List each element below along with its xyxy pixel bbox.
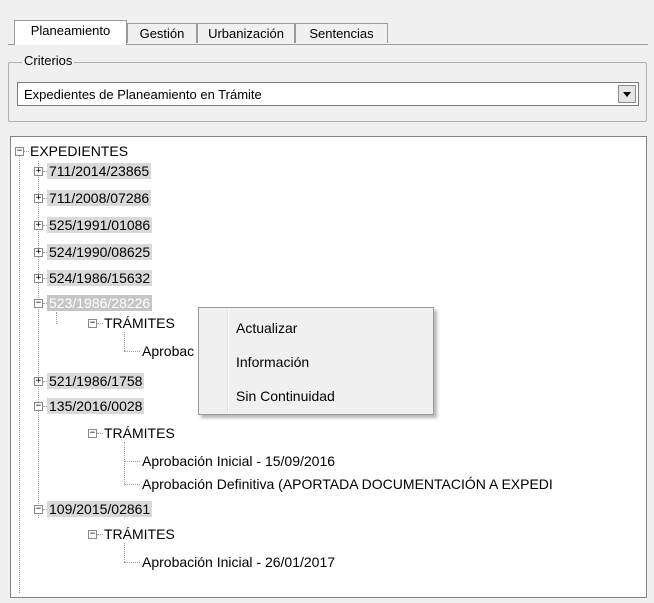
expand-icon[interactable]: + xyxy=(34,248,43,257)
tab-planeamiento[interactable]: Planeamiento xyxy=(14,20,127,45)
tree-node-tramites[interactable]: TRÁMITES xyxy=(102,525,177,543)
tree-node-tramite[interactable]: Aprobación Inicial - 26/01/2017 xyxy=(140,553,337,571)
collapse-icon[interactable]: − xyxy=(15,147,24,156)
collapse-icon[interactable]: − xyxy=(88,530,97,539)
tree-node-tramites[interactable]: TRÁMITES xyxy=(102,314,177,332)
tree-node-expediente[interactable]: 711/2008/07286 xyxy=(47,189,152,207)
tree-node-expediente[interactable]: 524/1990/08625 xyxy=(47,243,153,261)
menu-item-sin-continuidad[interactable]: Sin Continuidad xyxy=(236,387,335,405)
collapse-icon[interactable]: − xyxy=(88,429,97,438)
collapse-icon[interactable]: − xyxy=(34,505,43,514)
tree-node-tramites[interactable]: TRÁMITES xyxy=(102,424,177,442)
tree-node-expediente[interactable]: 521/1986/1758 xyxy=(47,372,145,390)
chevron-down-icon[interactable] xyxy=(618,85,636,103)
tree-node-expediente[interactable]: 524/1986/15632 xyxy=(47,269,153,287)
collapse-icon[interactable]: − xyxy=(34,402,43,411)
tab-urbanizacion[interactable]: Urbanización xyxy=(197,23,295,43)
expand-icon[interactable]: + xyxy=(34,221,43,230)
tab-gestion[interactable]: Gestión xyxy=(127,23,197,43)
tree-node-expediente[interactable]: 525/1991/01086 xyxy=(47,216,153,234)
context-menu: Actualizar Información Sin Continuidad xyxy=(198,307,434,415)
expand-icon[interactable]: + xyxy=(34,167,43,176)
context-menu-gutter xyxy=(227,310,229,412)
menu-item-informacion[interactable]: Información xyxy=(236,353,309,371)
tree-node-tramite[interactable]: Aprobac xyxy=(140,342,196,360)
tree-node-tramite[interactable]: Aprobación Inicial - 15/09/2016 xyxy=(140,452,337,470)
expand-icon[interactable]: + xyxy=(34,194,43,203)
tab-sentencias[interactable]: Sentencias xyxy=(295,23,388,43)
tree-node-tramite[interactable]: Aprobación Definitiva (APORTADA DOCUMENT… xyxy=(140,475,555,493)
tree-node-expediente[interactable]: 711/2014/23865 xyxy=(47,162,152,180)
criteria-legend: Criterios xyxy=(22,52,75,70)
criteria-select[interactable]: Expedientes de Planeamiento en Trámite xyxy=(17,82,639,106)
criteria-select-value: Expedientes de Planeamiento en Trámite xyxy=(24,87,262,102)
menu-item-actualizar[interactable]: Actualizar xyxy=(236,319,297,337)
tree-node-expediente-selected[interactable]: 523/1986/28226 xyxy=(47,294,153,312)
tree-root[interactable]: EXPEDIENTES xyxy=(28,142,130,160)
collapse-icon[interactable]: − xyxy=(34,299,43,308)
expand-icon[interactable]: + xyxy=(34,377,43,386)
expand-icon[interactable]: + xyxy=(34,274,43,283)
tree-node-expediente[interactable]: 109/2015/02861 xyxy=(47,500,153,518)
collapse-icon[interactable]: − xyxy=(88,319,97,328)
tree-node-expediente[interactable]: 135/2016/0028 xyxy=(47,397,145,415)
